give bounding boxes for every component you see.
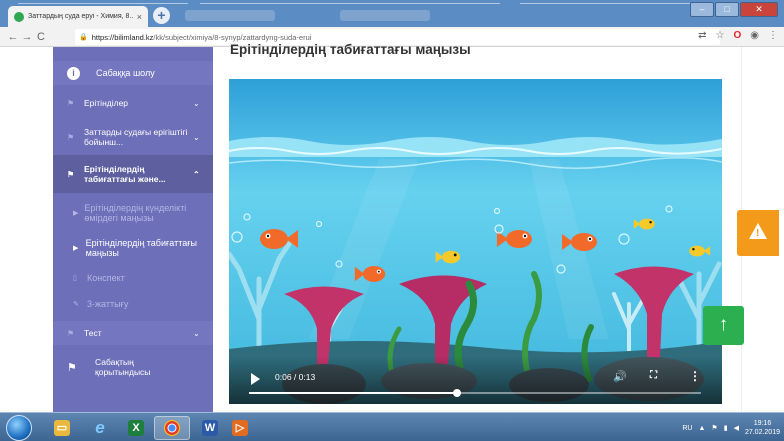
background-tab[interactable] xyxy=(185,10,275,21)
url-path: /kk/subject/ximiya/8-synyp/zattardyng-su… xyxy=(153,32,312,42)
sidebar-subitem-exercise[interactable]: ✎ 3-жаттығу xyxy=(53,293,213,315)
close-window-button[interactable]: ✕ xyxy=(740,2,778,17)
windows-taskbar: ▭ e X W ▷ RU ▲ ⚑ ▮ ◀ 19:16 27.02.2019 xyxy=(0,412,784,441)
sidebar-section-label: Ерітінділер xyxy=(84,98,129,108)
browser-toolbar-icons: ⇄ ☆ O ◉ ⋮ xyxy=(698,30,778,41)
book-icon: ▯ xyxy=(73,275,77,282)
video-time: 0:06 / 0:13 xyxy=(275,372,316,382)
titlebar-highlight xyxy=(520,3,690,4)
play-arrow-icon: ▶ xyxy=(73,245,79,252)
warning-mark: ! xyxy=(756,228,760,239)
clock-time: 19:16 xyxy=(753,420,772,427)
network-icon[interactable]: ▮ xyxy=(724,424,728,432)
video-player[interactable]: 0:06 / 0:13 🔊 ⛶ ⋮ xyxy=(229,79,722,404)
window-controls: – □ ✕ xyxy=(690,2,778,17)
maximize-button[interactable]: □ xyxy=(715,2,739,17)
browser-titlebar: Заттардың суда еруі - Химия, 8... × + – … xyxy=(0,0,784,27)
sidebar-section-label: Ерітінділердің табиғаттағы және... xyxy=(84,164,166,184)
language-indicator[interactable]: RU xyxy=(682,425,692,432)
titlebar-highlight xyxy=(200,3,500,4)
star-icon[interactable]: ☆ xyxy=(716,30,725,41)
start-button[interactable] xyxy=(6,415,32,441)
sidebar-section-label: Заттарды судағы ерігіштігі бойынш... xyxy=(84,127,188,147)
video-controls: 0:06 / 0:13 🔊 ⛶ ⋮ xyxy=(229,356,722,404)
minimize-button[interactable]: – xyxy=(690,2,714,17)
clock-date: 27.02.2019 xyxy=(744,429,780,436)
tray-arrow-icon[interactable]: ▲ xyxy=(698,425,705,432)
new-tab-button[interactable]: + xyxy=(153,7,170,24)
sidebar-subitem-daily-life[interactable]: ▶ Ерітінділердің күнделікті өмірдегі маң… xyxy=(53,197,213,229)
flag-tray-icon[interactable]: ⚑ xyxy=(711,424,717,432)
flag-icon: ⚑ xyxy=(67,98,75,108)
sidebar-subitem-label: 3-жаттығу xyxy=(87,299,129,309)
tab-title: Заттардың суда еруі - Химия, 8... xyxy=(28,13,133,20)
chevron-up-icon: ⌃ xyxy=(193,169,200,179)
chrome-icon[interactable] xyxy=(154,416,190,440)
clock[interactable]: 19:16 27.02.2019 xyxy=(745,419,780,437)
lock-icon: 🔒 xyxy=(79,34,88,41)
sidebar-subitem-label: Ерітінділердің табиғаттағы маңызы xyxy=(85,238,197,258)
more-options-icon[interactable]: ⋮ xyxy=(689,369,701,383)
sidebar-subitem-label: Ерітінділердің күнделікті өмірдегі маңыз… xyxy=(84,203,187,223)
play-button[interactable] xyxy=(251,373,260,385)
explorer-icon[interactable]: ▭ xyxy=(44,416,80,440)
lesson-sidebar: i Сабаққа шолу ⚑ Ерітінділер ⌄ ⚑ Заттард… xyxy=(53,47,213,412)
reload-button[interactable]: C xyxy=(34,31,48,43)
favicon-icon xyxy=(14,11,24,22)
sidebar-overview[interactable]: i Сабаққа шолу xyxy=(53,61,213,85)
translate-icon[interactable]: ⇄ xyxy=(698,30,706,41)
flag-icon: ⚑ xyxy=(67,361,77,374)
page-title: Ерітінділердің табиғаттағы маңызы xyxy=(230,42,471,57)
sidebar-subitem-summary[interactable]: ▯ Конспект xyxy=(53,267,213,289)
sidebar-overview-label: Сабаққа шолу xyxy=(96,68,155,78)
sidebar-section-solutions[interactable]: ⚑ Ерітінділер ⌄ xyxy=(53,90,213,116)
ie-icon[interactable]: e xyxy=(82,416,118,440)
sidebar-subitem-label: Конспект xyxy=(87,273,125,283)
back-button[interactable]: ← xyxy=(6,31,20,43)
volume-icon[interactable]: 🔊 xyxy=(613,370,627,383)
excel-icon[interactable]: X xyxy=(118,416,154,440)
opera-icon[interactable]: O xyxy=(733,30,741,41)
tab-close-icon[interactable]: × xyxy=(137,12,142,22)
flag-icon: ⚑ xyxy=(67,328,75,338)
sidebar-lesson-summary[interactable]: ⚑ Сабақтың қорытындысы xyxy=(53,347,213,387)
flag-icon: ⚑ xyxy=(67,132,75,142)
url-host: https://bilimland.kz xyxy=(91,32,154,42)
play-arrow-icon: ▶ xyxy=(73,210,79,217)
media-icon[interactable]: ▷ xyxy=(222,416,258,440)
volume-tray-icon[interactable]: ◀ xyxy=(734,424,739,432)
sidebar-section-nature-active[interactable]: ⚑ Ерітінділердің табиғаттағы және... ⌃ xyxy=(53,155,213,193)
browser-tab[interactable]: Заттардың суда еруі - Химия, 8... × xyxy=(8,6,148,27)
sidebar-section-label: Тест xyxy=(84,328,102,338)
titlebar-highlight xyxy=(18,3,188,4)
flag-icon: ⚑ xyxy=(67,169,75,179)
sidebar-section-solubility[interactable]: ⚑ Заттарды судағы ерігіштігі бойынш... ⌄ xyxy=(53,119,213,155)
sidebar-section-test[interactable]: ⚑ Тест ⌄ xyxy=(53,321,213,345)
menu-icon[interactable]: ⋮ xyxy=(768,30,778,41)
forward-button[interactable]: → xyxy=(20,31,34,43)
pencil-icon: ✎ xyxy=(73,301,79,308)
video-progress-handle[interactable] xyxy=(452,389,461,397)
video-progress-played xyxy=(249,392,457,394)
info-icon: i xyxy=(67,66,80,80)
video-progress-bar[interactable] xyxy=(249,389,701,397)
account-icon[interactable]: ◉ xyxy=(750,30,759,41)
chevron-down-icon: ⌄ xyxy=(193,132,200,142)
background-tab[interactable] xyxy=(340,10,430,21)
sidebar-subitem-nature[interactable]: ▶ Ерітінділердің табиғаттағы маңызы xyxy=(53,231,213,265)
report-warning-button[interactable]: ! xyxy=(737,210,779,256)
chevron-down-icon: ⌄ xyxy=(193,98,200,108)
chevron-down-icon: ⌄ xyxy=(193,328,200,338)
system-tray: RU ▲ ⚑ ▮ ◀ 19:16 27.02.2019 xyxy=(682,416,780,440)
fullscreen-icon[interactable]: ⛶ xyxy=(650,370,657,381)
sidebar-final-label: Сабақтың қорытындысы xyxy=(95,357,151,377)
scroll-top-button[interactable]: ↑ xyxy=(703,306,744,345)
